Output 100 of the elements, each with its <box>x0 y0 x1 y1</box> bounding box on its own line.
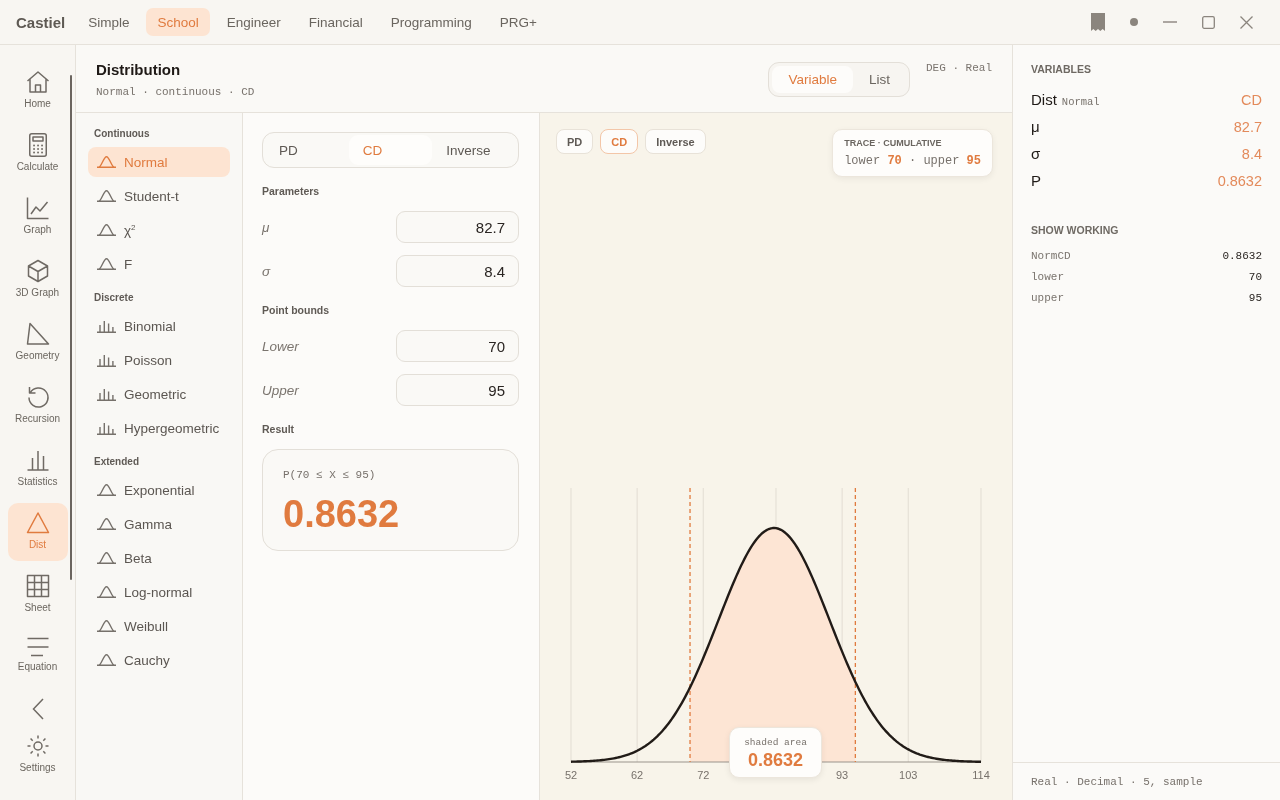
receipt-icon[interactable] <box>1091 13 1105 31</box>
distribution-item[interactable]: Weibull <box>88 611 230 641</box>
function-tab[interactable]: PD <box>265 135 349 165</box>
result-value: 0.8632 <box>283 492 401 536</box>
variable-value: 0.8632 <box>1217 173 1262 189</box>
working-label: lower <box>1031 270 1064 284</box>
view-option[interactable]: List <box>852 66 906 93</box>
function-tab[interactable]: Inverse <box>432 135 516 165</box>
nav-item[interactable]: Sheet <box>7 566 68 624</box>
angle-mode-label: DEG · Real <box>926 61 992 75</box>
shaded-area-value: 0.8632 <box>746 749 805 771</box>
input-field[interactable]: 82.7 <box>396 211 519 243</box>
section-heading: Discrete <box>93 292 135 304</box>
nav-item[interactable]: 3D Graph <box>7 251 68 309</box>
bell-curve-icon <box>97 224 116 236</box>
nav-item[interactable]: Equation <box>7 629 68 687</box>
page-subtitle: Normal · continuous · CD <box>96 85 255 99</box>
parameter-label: σ <box>262 263 271 279</box>
distribution-item[interactable]: Student-t <box>88 181 230 211</box>
panel-heading: SHOW WORKING <box>1031 224 1120 236</box>
working-label: NormCD <box>1031 249 1071 263</box>
variable-value: 8.4 <box>1241 146 1262 162</box>
input-field[interactable]: 8.4 <box>396 255 519 287</box>
bell-curve-icon <box>97 518 116 530</box>
axis-tick-label: 62 <box>631 769 644 781</box>
result-expression: P(70 ≤ X ≤ 95) <box>283 468 377 482</box>
triangle-icon <box>25 511 50 535</box>
section-heading: Extended <box>93 456 140 468</box>
dot-icon[interactable] <box>1130 18 1138 26</box>
parameter-label: Upper <box>262 382 299 398</box>
input-field[interactable]: 95 <box>396 374 519 406</box>
chevron-left-icon[interactable] <box>31 698 44 720</box>
variable-name: μ <box>1031 118 1040 135</box>
mode-tab[interactable]: Financial <box>297 8 374 36</box>
distribution-item[interactable]: Log-normal <box>88 577 230 607</box>
cube-icon <box>25 259 50 283</box>
mode-tab[interactable]: PRG+ <box>488 8 548 36</box>
section-heading: Parameters <box>262 185 321 197</box>
grid-icon <box>25 574 50 598</box>
bell-curve-icon <box>97 654 116 666</box>
bell-curve-icon <box>97 552 116 564</box>
nav-item[interactable]: Graph <box>7 188 68 246</box>
settings-icon <box>25 734 50 758</box>
bell-curve-icon <box>97 190 116 202</box>
calculator-icon <box>28 133 47 157</box>
bar-chart-icon <box>97 421 116 435</box>
distribution-item[interactable]: χ$^{2}$ <box>88 215 230 245</box>
chart-mode-button[interactable]: PD <box>556 129 594 154</box>
scrollbar-thumb[interactable] <box>70 75 72 580</box>
circular-arrow-icon <box>25 385 50 409</box>
bar-chart-icon <box>97 319 116 333</box>
axis-tick-label: 93 <box>836 769 849 781</box>
variable-name: P <box>1031 172 1041 189</box>
trace-title: TRACE · CUMULATIVE <box>844 138 943 149</box>
bar-chart-icon <box>97 387 116 401</box>
function-tab[interactable]: CD <box>348 135 433 165</box>
settings-button[interactable]: Settings <box>7 726 68 778</box>
working-value: 70 <box>1248 270 1262 284</box>
working-value: 95 <box>1248 291 1262 305</box>
chart-mode-button[interactable]: Inverse <box>645 129 706 154</box>
distribution-item[interactable]: Beta <box>88 543 230 573</box>
mode-tab[interactable]: Simple <box>77 8 141 36</box>
distribution-item[interactable]: F <box>88 249 230 279</box>
section-heading: Point bounds <box>262 304 331 316</box>
distribution-item[interactable]: Exponential <box>88 475 230 505</box>
nav-item[interactable]: Recursion <box>7 377 68 435</box>
axis-tick-label: 72 <box>697 769 710 781</box>
distribution-item[interactable]: Binomial <box>88 311 230 341</box>
nav-item[interactable]: Calculate <box>7 125 68 183</box>
axis-tick-label: 103 <box>899 769 918 781</box>
input-field[interactable]: 70 <box>396 330 519 362</box>
distribution-item[interactable]: Geometric <box>88 379 230 409</box>
distribution-item[interactable]: Poisson <box>88 345 230 375</box>
close-icon[interactable] <box>1240 15 1253 29</box>
section-heading: Continuous <box>93 128 151 140</box>
home-icon <box>25 70 50 94</box>
maximize-icon[interactable] <box>1202 15 1215 29</box>
right-triangle-icon <box>25 322 50 346</box>
distribution-item[interactable]: Gamma <box>88 509 230 539</box>
bell-curve-icon <box>97 620 116 632</box>
panel-heading: VARIABLES <box>1031 63 1092 75</box>
status-text: Real · Decimal · 5, sample <box>1031 775 1203 788</box>
nav-item[interactable]: Statistics <box>7 440 68 498</box>
mode-tab[interactable]: Engineer <box>215 8 292 36</box>
distribution-item[interactable]: Hypergeometric <box>88 413 230 443</box>
variable-name: Dist <box>1031 91 1057 108</box>
bell-curve-icon <box>97 156 116 168</box>
shaded-area-label: shaded area <box>743 737 808 748</box>
app-title: Castiel <box>16 13 66 31</box>
nav-item[interactable]: Geometry <box>7 314 68 372</box>
bell-curve-icon <box>97 586 116 598</box>
distribution-item[interactable]: Cauchy <box>88 645 230 675</box>
bar-chart-icon <box>25 448 50 472</box>
view-option[interactable]: Variable <box>772 66 853 93</box>
lines-icon <box>25 637 50 657</box>
parameter-label: Lower <box>262 338 299 354</box>
mode-tab[interactable]: Programming <box>379 8 483 36</box>
axis-tick-label: 114 <box>972 769 990 781</box>
nav-item[interactable]: Home <box>7 62 68 120</box>
working-label: upper <box>1031 291 1064 305</box>
